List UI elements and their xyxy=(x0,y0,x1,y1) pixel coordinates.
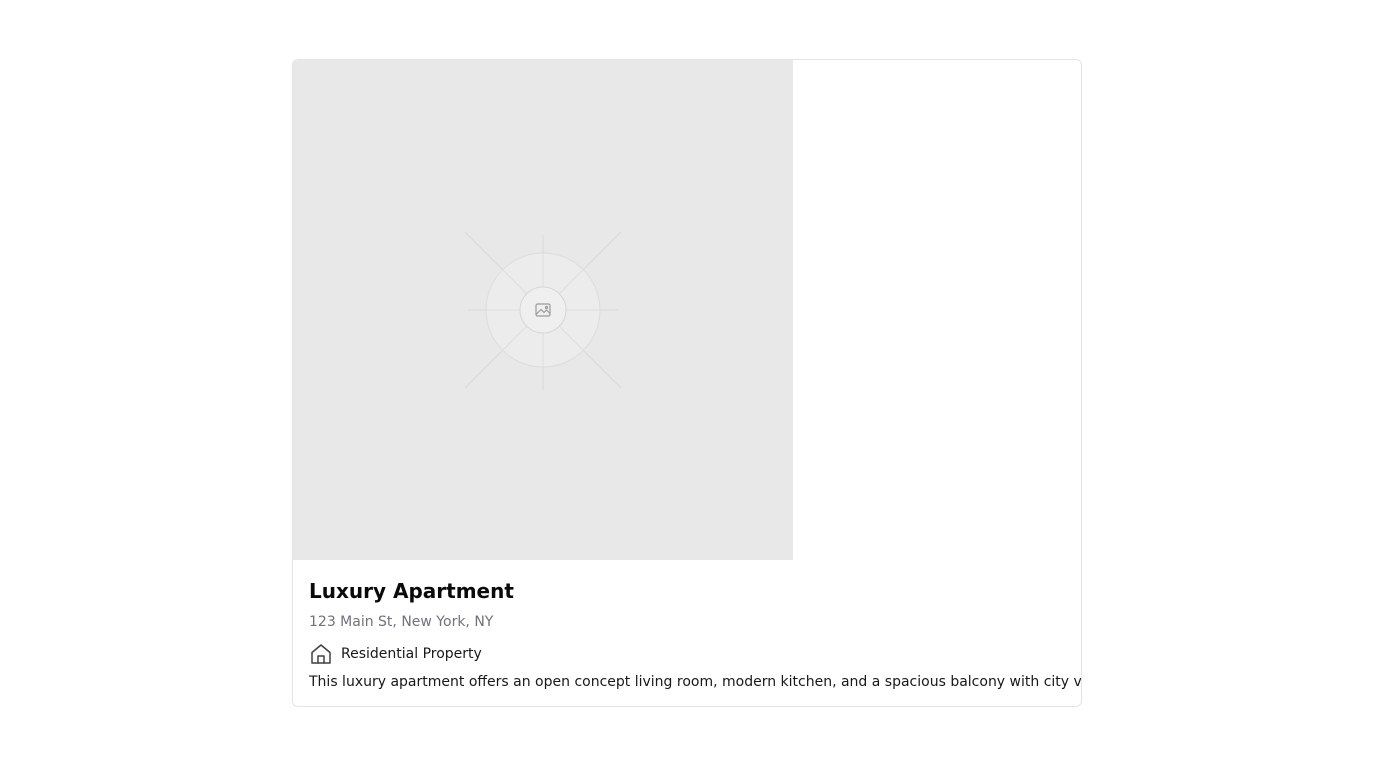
home-icon xyxy=(309,642,333,666)
property-image-placeholder xyxy=(293,60,793,560)
property-card: Luxury Apartment 123 Main St, New York, … xyxy=(292,59,1082,707)
property-type-label: Residential Property xyxy=(341,646,482,662)
property-type-row: Residential Property xyxy=(309,642,1065,666)
property-address: 123 Main St, New York, NY xyxy=(309,614,494,630)
property-description: This luxury apartment offers an open con… xyxy=(309,674,1082,690)
property-details: Luxury Apartment 123 Main St, New York, … xyxy=(309,578,1082,692)
image-placeholder-graphic xyxy=(464,231,622,390)
property-title: Luxury Apartment xyxy=(309,579,514,603)
